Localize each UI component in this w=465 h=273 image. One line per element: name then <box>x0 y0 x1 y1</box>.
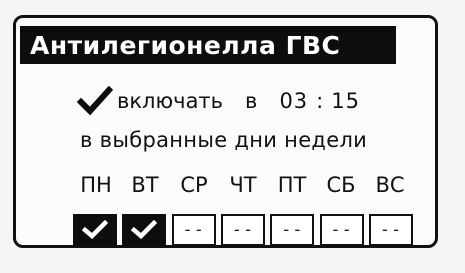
day-checkbox-thu[interactable]: -- <box>220 214 265 246</box>
minutes-field[interactable]: 15 <box>331 89 360 113</box>
hours-field[interactable]: 03 <box>279 89 308 113</box>
day-label-sat: СБ <box>326 173 356 197</box>
checkmark-icon <box>77 85 113 116</box>
day-checkbox-fri[interactable]: -- <box>270 214 315 246</box>
day-checkbox-mon[interactable] <box>73 214 117 246</box>
day-label-sun: ВС <box>375 173 405 197</box>
time-colon: : <box>316 89 324 113</box>
page-title: Антилегионелла ГВС <box>20 26 396 64</box>
day-label-mon: ПН <box>80 173 112 197</box>
day-labels-row: ПН ВТ СР ЧТ ПТ СБ ВС <box>73 173 413 197</box>
checkmark-icon <box>82 220 108 240</box>
days-subtitle: в выбранные дни недели <box>80 128 368 152</box>
enable-checkbox[interactable] <box>77 85 113 117</box>
day-label-wed: СР <box>180 173 208 197</box>
day-checkbox-sun[interactable]: -- <box>368 214 413 246</box>
day-label-thu: ЧТ <box>229 173 257 197</box>
title-text: Антилегионелла ГВС <box>30 30 341 60</box>
enable-row: включать в 03 : 15 <box>77 85 360 117</box>
day-checkbox-sat[interactable]: -- <box>319 214 364 246</box>
day-label-tue: ВТ <box>131 173 159 197</box>
day-checkbox-tue[interactable] <box>122 214 167 246</box>
day-label-fri: ПТ <box>277 173 307 197</box>
checkmark-icon <box>131 220 158 240</box>
day-checkbox-wed[interactable]: -- <box>171 214 216 246</box>
enable-label: включать <box>117 89 224 113</box>
day-checkboxes-row: -- -- -- -- -- <box>73 214 413 246</box>
at-label: в <box>245 89 258 113</box>
